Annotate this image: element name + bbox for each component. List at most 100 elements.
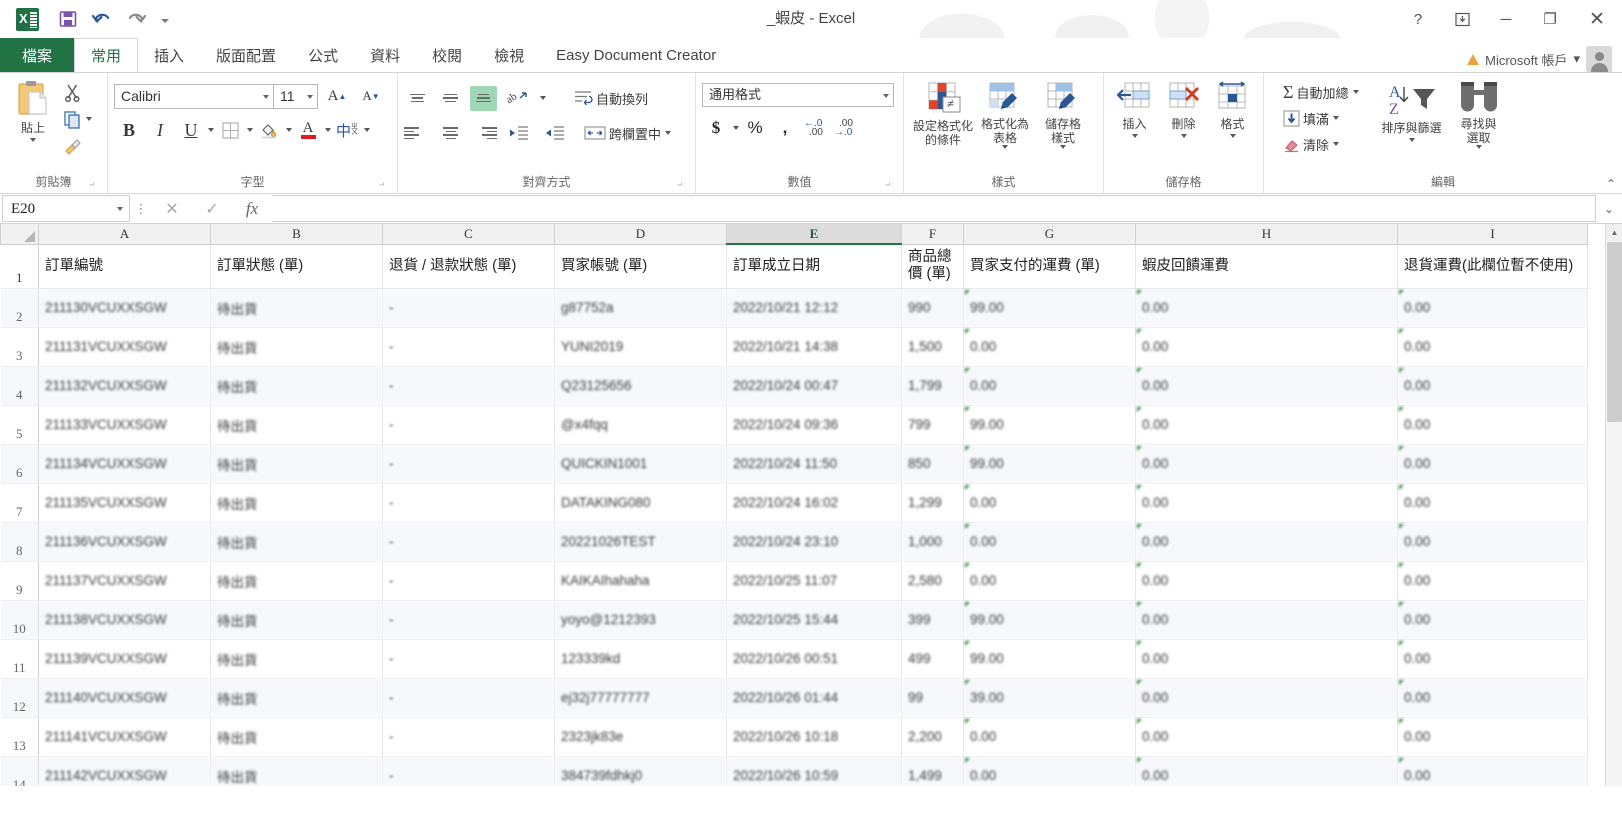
cell-c5[interactable]: - bbox=[382, 405, 555, 445]
save-icon[interactable] bbox=[53, 5, 83, 33]
row-header-8[interactable]: 8 bbox=[0, 522, 39, 562]
cell-h13[interactable]: 0.00 bbox=[1135, 717, 1398, 757]
vertical-scrollbar[interactable]: ▲ bbox=[1605, 224, 1622, 786]
cell-c11[interactable]: - bbox=[382, 639, 555, 679]
tab-insert[interactable]: 插入 bbox=[138, 38, 200, 72]
column-header-f[interactable]: F bbox=[901, 224, 964, 245]
cell-f9[interactable]: 2,580 bbox=[901, 561, 964, 601]
cell-h2[interactable]: 0.00 bbox=[1135, 288, 1398, 328]
tab-page-layout[interactable]: 版面配置 bbox=[200, 38, 292, 72]
font-name-caret-icon[interactable] bbox=[263, 94, 269, 99]
cell-b5[interactable]: 待出貨 bbox=[210, 405, 383, 445]
cell-e3[interactable]: 2022/10/21 14:38 bbox=[726, 327, 902, 367]
cell-g4[interactable]: 0.00 bbox=[963, 366, 1136, 406]
increase-indent-icon[interactable] bbox=[539, 118, 569, 148]
number-format-caret-icon[interactable] bbox=[883, 94, 889, 98]
conditional-formatting-button[interactable]: ≠ 設定格式化 的條件 bbox=[910, 79, 976, 147]
cell-i14[interactable]: 0.00 bbox=[1397, 756, 1588, 786]
cell-g9[interactable]: 0.00 bbox=[963, 561, 1136, 601]
cell-b12[interactable]: 待出貨 bbox=[210, 678, 383, 718]
cell-b9[interactable]: 待出貨 bbox=[210, 561, 383, 601]
currency-button[interactable]: $ bbox=[702, 113, 730, 143]
cell-e13[interactable]: 2022/10/26 10:18 bbox=[726, 717, 902, 757]
confirm-entry-button[interactable]: ✓ bbox=[192, 195, 232, 223]
column-header-d[interactable]: D bbox=[554, 224, 727, 245]
cell-a3[interactable]: 211131VCUXXSGW bbox=[38, 327, 211, 367]
currency-caret-icon[interactable] bbox=[733, 126, 739, 130]
column-header-h[interactable]: H bbox=[1135, 224, 1398, 245]
find-select-caret-icon[interactable] bbox=[1475, 145, 1482, 149]
cell-f2[interactable]: 990 bbox=[901, 288, 964, 328]
cell-a7[interactable]: 211135VCUXXSGW bbox=[38, 483, 211, 523]
undo-icon[interactable] bbox=[87, 5, 117, 33]
cell-h3[interactable]: 0.00 bbox=[1135, 327, 1398, 367]
cell-a14[interactable]: 211142VCUXXSGW bbox=[38, 756, 211, 786]
cell-i3[interactable]: 0.00 bbox=[1397, 327, 1588, 367]
insert-function-button[interactable]: fx bbox=[232, 195, 272, 223]
orientation-caret-icon[interactable] bbox=[540, 96, 546, 100]
cell-b13[interactable]: 待出貨 bbox=[210, 717, 383, 757]
minimize-button[interactable]: ─ bbox=[1484, 0, 1528, 38]
cell-d6[interactable]: QUICKIN1001 bbox=[554, 444, 727, 484]
cell-e12[interactable]: 2022/10/26 01:44 bbox=[726, 678, 902, 718]
column-header-e[interactable]: E bbox=[726, 224, 902, 245]
percent-button[interactable]: % bbox=[741, 113, 769, 143]
cell-i8[interactable]: 0.00 bbox=[1397, 522, 1588, 562]
header-cell-c1[interactable]: 退貨 / 退款狀態 (單) bbox=[382, 244, 555, 289]
formula-bar-separator-icon[interactable]: ⋮ bbox=[130, 194, 152, 223]
cell-g14[interactable]: 0.00 bbox=[963, 756, 1136, 786]
tab-easy-document-creator[interactable]: Easy Document Creator bbox=[540, 38, 732, 72]
fill-color-icon[interactable] bbox=[254, 115, 284, 145]
cancel-entry-button[interactable]: ✕ bbox=[152, 195, 192, 223]
cell-i5[interactable]: 0.00 bbox=[1397, 405, 1588, 445]
cell-g11[interactable]: 99.00 bbox=[963, 639, 1136, 679]
worksheet-grid[interactable]: A B C D E F G H I 1 訂單編號 訂單狀態 (單) 退貨 / 退… bbox=[0, 224, 1622, 786]
cell-a4[interactable]: 211132VCUXXSGW bbox=[38, 366, 211, 406]
cell-f5[interactable]: 799 bbox=[901, 405, 964, 445]
cell-b11[interactable]: 待出貨 bbox=[210, 639, 383, 679]
column-header-g[interactable]: G bbox=[963, 224, 1136, 245]
cell-c13[interactable]: - bbox=[382, 717, 555, 757]
redo-icon[interactable] bbox=[121, 5, 151, 33]
align-right-button[interactable] bbox=[470, 121, 497, 146]
header-cell-f1[interactable]: 商品總價 (單) bbox=[901, 244, 964, 289]
paste-button[interactable]: 貼上 bbox=[6, 77, 60, 142]
sort-filter-caret-icon[interactable] bbox=[1408, 138, 1415, 142]
header-cell-a1[interactable]: 訂單編號 bbox=[38, 244, 211, 289]
cell-d8[interactable]: 20221026TEST bbox=[554, 522, 727, 562]
autosum-button[interactable]: Σ 自動加總 bbox=[1280, 79, 1362, 105]
phonetic-guide-icon[interactable]: 中 ㄓㄨ bbox=[332, 115, 362, 145]
comma-button[interactable]: , bbox=[771, 113, 799, 143]
ribbon-display-options-button[interactable] bbox=[1440, 0, 1484, 38]
restore-button[interactable]: ❐ bbox=[1528, 0, 1572, 38]
cell-a11[interactable]: 211139VCUXXSGW bbox=[38, 639, 211, 679]
row-header-9[interactable]: 9 bbox=[0, 561, 39, 601]
cell-h9[interactable]: 0.00 bbox=[1135, 561, 1398, 601]
tab-view[interactable]: 檢視 bbox=[478, 38, 540, 72]
cell-i4[interactable]: 0.00 bbox=[1397, 366, 1588, 406]
cell-d4[interactable]: Q23125656 bbox=[554, 366, 727, 406]
cell-h8[interactable]: 0.00 bbox=[1135, 522, 1398, 562]
cell-f10[interactable]: 399 bbox=[901, 600, 964, 640]
cell-g5[interactable]: 99.00 bbox=[963, 405, 1136, 445]
italic-button[interactable]: I bbox=[145, 115, 175, 145]
cell-e9[interactable]: 2022/10/25 11:07 bbox=[726, 561, 902, 601]
column-header-a[interactable]: A bbox=[38, 224, 211, 245]
autosum-caret-icon[interactable] bbox=[1352, 90, 1359, 94]
cell-d3[interactable]: YUNI2019 bbox=[554, 327, 727, 367]
align-top-button[interactable] bbox=[404, 86, 431, 111]
cell-i2[interactable]: 0.00 bbox=[1397, 288, 1588, 328]
cell-d10[interactable]: yoyo@1212393 bbox=[554, 600, 727, 640]
cell-h6[interactable]: 0.00 bbox=[1135, 444, 1398, 484]
cell-e4[interactable]: 2022/10/24 00:47 bbox=[726, 366, 902, 406]
close-button[interactable]: ✕ bbox=[1572, 0, 1622, 38]
format-cells-caret-icon[interactable] bbox=[1229, 134, 1236, 138]
header-cell-h1[interactable]: 蝦皮回饋運費 bbox=[1135, 244, 1398, 289]
cell-h7[interactable]: 0.00 bbox=[1135, 483, 1398, 523]
cell-h14[interactable]: 0.00 bbox=[1135, 756, 1398, 786]
cell-styles-caret-icon[interactable] bbox=[1060, 145, 1066, 149]
cell-h11[interactable]: 0.00 bbox=[1135, 639, 1398, 679]
cell-c10[interactable]: - bbox=[382, 600, 555, 640]
scroll-up-button[interactable]: ▲ bbox=[1606, 224, 1622, 241]
cell-b8[interactable]: 待出貨 bbox=[210, 522, 383, 562]
